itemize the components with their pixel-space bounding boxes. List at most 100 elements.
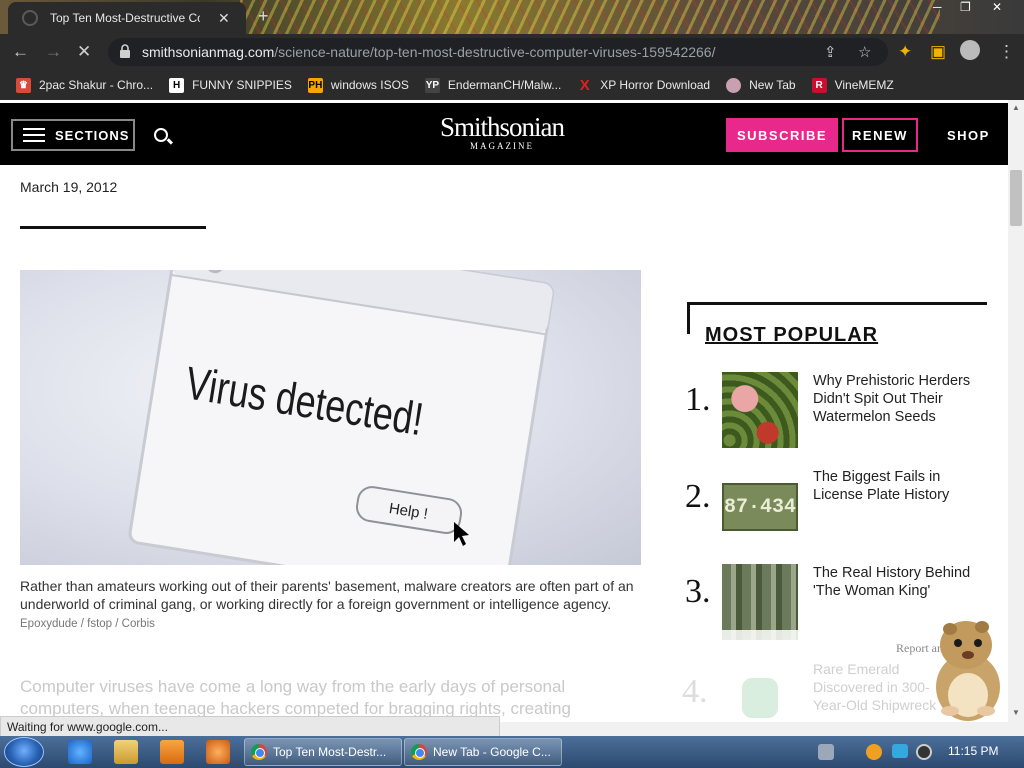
bookmark-item[interactable]: R VineMEMZ [811, 77, 894, 93]
tab-title: Top Ten Most-Destructive Comp [50, 11, 200, 25]
logo-sub-text: MAGAZINE [470, 141, 534, 151]
tray-display-icon[interactable] [892, 744, 908, 758]
new-tab-button[interactable]: + [258, 6, 269, 27]
caption-credit: Epoxydude / fstop / Corbis [20, 618, 155, 630]
bookmarks-bar: ♛ 2pac Shakur - Chro... H FUNNY SNIPPIES… [0, 70, 1024, 100]
start-button[interactable] [4, 737, 44, 767]
bookmark-label: 2pac Shakur - Chro... [39, 78, 154, 92]
popular-thumbnail[interactable] [722, 564, 798, 640]
popular-thumbnail[interactable] [722, 372, 798, 448]
popular-rank: 2. [685, 478, 711, 515]
bookmark-star-icon[interactable]: ☆ [858, 43, 871, 61]
bookmark-label: EndermanCH/Malw... [447, 78, 562, 92]
site-header: SECTIONS Smithsonian MAGAZINE SUBSCRIBE … [0, 103, 1008, 165]
most-popular-heading: MOST POPULAR [705, 324, 879, 346]
address-bar[interactable]: smithsonianmag.com/science-nature/top-te… [108, 38, 888, 66]
share-icon[interactable]: ⇪ [824, 43, 837, 61]
hero-image: Virus detected! Help ! [20, 270, 641, 565]
divider [687, 302, 690, 334]
page-viewport: SECTIONS Smithsonian MAGAZINE SUBSCRIBE … [0, 100, 1008, 722]
yp-logo-icon: YP [424, 77, 440, 93]
subscribe-button[interactable]: SUBSCRIBE [726, 118, 838, 152]
stop-loading-icon[interactable]: ✕ [77, 42, 91, 62]
hamburger-icon [23, 128, 45, 142]
bookmark-item[interactable]: YP EndermanCH/Malw... [424, 77, 562, 93]
close-tab-icon[interactable]: ✕ [218, 10, 230, 27]
popular-title-link[interactable]: The Biggest Fails in License Plate Histo… [813, 468, 973, 504]
sections-menu-button[interactable]: SECTIONS [11, 119, 135, 151]
browser-tab-active[interactable]: Top Ten Most-Destructive Comp ✕ [8, 2, 246, 34]
browser-toolbar: ← → ✕ smithsonianmag.com/science-nature/… [0, 34, 1024, 70]
url-path: /science-nature/top-ten-most-destructive… [274, 44, 716, 60]
back-arrow-icon[interactable]: ← [12, 42, 29, 62]
task-label: New Tab - Google C... [433, 745, 551, 759]
lock-icon [120, 44, 130, 58]
menu-kebab-icon[interactable]: ⋮ [998, 42, 1015, 62]
bookmark-label: VineMEMZ [834, 78, 894, 92]
logo-main-text: Smithsonian [439, 112, 565, 142]
vertical-scrollbar[interactable]: ▲ ▼ [1008, 100, 1024, 722]
bookmark-label: FUNNY SNIPPIES [192, 78, 292, 92]
file-explorer-icon[interactable] [114, 740, 138, 764]
bookmark-item[interactable]: X XP Horror Download [577, 76, 711, 94]
divider [20, 226, 206, 229]
windows-taskbar: Top Ten Most-Destr... New Tab - Google C… [0, 736, 1024, 768]
status-bubble: Waiting for www.google.com... [0, 716, 500, 738]
wallpaper-graffiti [240, 0, 940, 34]
virus-dialog-illustration: Virus detected! Help ! [128, 270, 555, 565]
media-player-icon[interactable] [160, 740, 184, 764]
scroll-up-arrow-icon[interactable]: ▲ [1012, 103, 1020, 112]
popular-title-link[interactable]: The Real History Behind 'The Woman King' [813, 564, 973, 600]
bookmark-item[interactable]: H FUNNY SNIPPIES [169, 77, 292, 93]
shop-link[interactable]: SHOP [947, 128, 990, 143]
ph-logo-icon: PH [307, 77, 323, 93]
hamster-mascot-icon[interactable] [920, 615, 1010, 725]
chrome-icon [251, 744, 267, 760]
bookmark-label: windows ISOS [330, 78, 409, 92]
tray-network-icon[interactable] [818, 744, 834, 760]
image-caption: Rather than amateurs working out of thei… [20, 577, 640, 633]
bookmark-label: XP Horror Download [600, 78, 711, 92]
bookmark-item[interactable]: New Tab [726, 77, 796, 93]
loading-favicon-icon [22, 10, 38, 26]
h-logo-icon: H [169, 77, 185, 93]
bookmark-label: New Tab [749, 78, 796, 92]
task-label: Top Ten Most-Destr... [273, 745, 387, 759]
taskbar-task-chrome[interactable]: Top Ten Most-Destr... [244, 738, 402, 766]
sections-label: SECTIONS [55, 127, 130, 143]
popular-thumbnail[interactable] [742, 678, 778, 718]
side-panel-icon[interactable]: ▣ [930, 42, 946, 62]
globe-icon [726, 77, 742, 93]
article-date: March 19, 2012 [20, 179, 118, 195]
article-body-text: Computer viruses have come a long way fr… [20, 677, 571, 718]
browser-tab-strip: Top Ten Most-Destructive Comp ✕ + ─ ❐ ✕ [0, 0, 1024, 34]
popular-rank: 3. [685, 573, 711, 610]
search-icon[interactable] [154, 128, 168, 142]
bookmark-item[interactable]: ♛ 2pac Shakur - Chro... [16, 77, 154, 93]
popular-title-link[interactable]: Why Prehistoric Herders Didn't Spit Out … [813, 372, 973, 426]
renew-button[interactable]: RENEW [842, 118, 918, 152]
forward-arrow-icon[interactable]: → [45, 42, 62, 62]
popular-rank: 4. [682, 673, 708, 710]
x-logo-icon: X [579, 76, 590, 94]
caption-text: Rather than amateurs working out of thei… [20, 578, 634, 612]
paint-icon[interactable] [206, 740, 230, 764]
scroll-thumb[interactable] [1010, 170, 1022, 226]
profile-avatar-icon[interactable] [960, 40, 980, 60]
taskbar-task-chrome[interactable]: New Tab - Google C... [404, 738, 562, 766]
tray-volume-icon[interactable] [916, 744, 932, 760]
internet-explorer-icon[interactable] [68, 740, 92, 764]
scroll-down-arrow-icon[interactable]: ▼ [1012, 708, 1020, 717]
tray-search-icon[interactable] [866, 744, 882, 760]
minimize-icon[interactable]: ─ [933, 0, 942, 14]
smithsonian-logo[interactable]: Smithsonian MAGAZINE [432, 113, 572, 151]
taskbar-clock[interactable]: 11:15 PM [948, 744, 998, 758]
restore-icon[interactable]: ❐ [960, 0, 971, 14]
bookmark-item[interactable]: PH windows ISOS [307, 77, 409, 93]
extensions-puzzle-icon[interactable]: ✦ [898, 42, 912, 62]
r-logo-icon: R [811, 77, 827, 93]
divider [687, 302, 987, 305]
close-window-icon[interactable]: ✕ [992, 0, 1002, 14]
tupac-icon: ♛ [16, 77, 31, 93]
popular-thumbnail[interactable]: 87·434 [722, 483, 798, 531]
